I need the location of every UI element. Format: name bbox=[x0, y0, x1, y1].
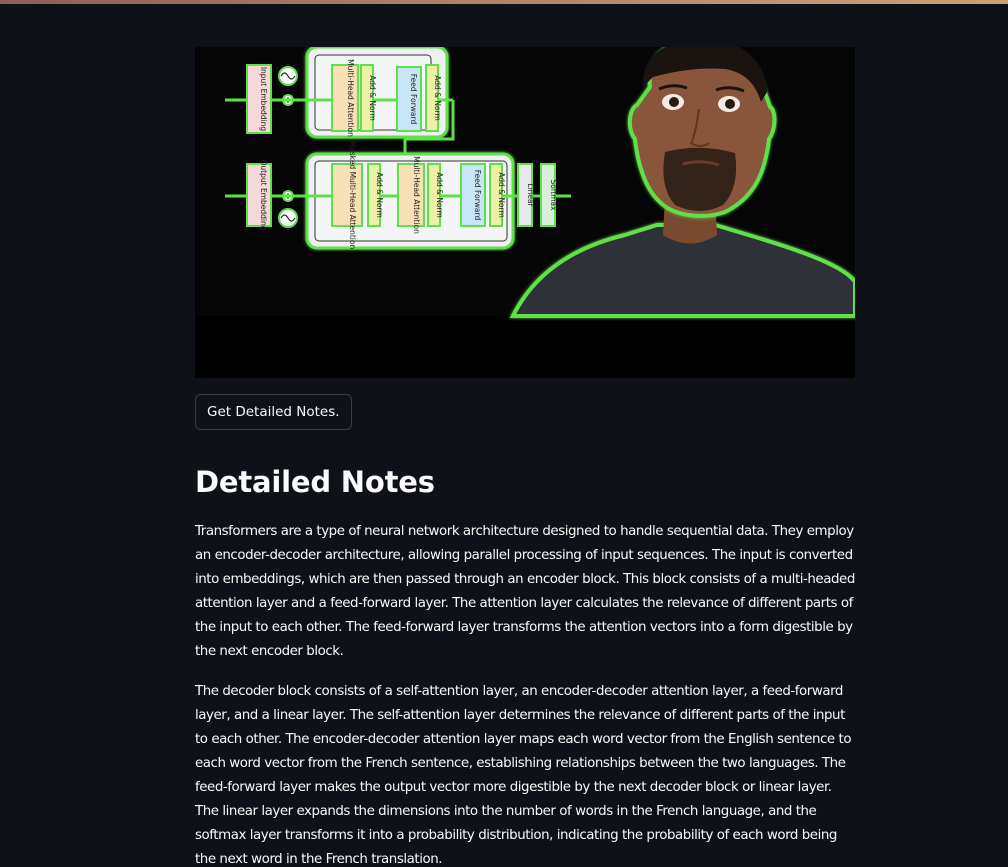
svg-text:Feed Forward: Feed Forward bbox=[409, 74, 418, 125]
svg-text:Add & Norm: Add & Norm bbox=[435, 172, 444, 218]
svg-text:Masked Multi-Head Attention: Masked Multi-Head Attention bbox=[348, 141, 357, 250]
notes-body: Transformers are a type of neural networ… bbox=[195, 520, 855, 867]
svg-text:Multi-Head Attention: Multi-Head Attention bbox=[346, 59, 355, 137]
svg-text:Add & Norm: Add & Norm bbox=[433, 75, 442, 121]
video-thumbnail[interactable]: Input Embedding Multi-Head Attention Add… bbox=[195, 47, 855, 378]
transformer-thumbnail-image: Input Embedding Multi-Head Attention Add… bbox=[195, 47, 855, 378]
svg-text:Softmax: Softmax bbox=[549, 179, 558, 211]
svg-text:Linear: Linear bbox=[526, 183, 535, 207]
notes-paragraph-1: Transformers are a type of neural networ… bbox=[195, 524, 855, 659]
svg-text:Output Embedding: Output Embedding bbox=[259, 160, 268, 231]
window-top-bar bbox=[0, 0, 1008, 4]
svg-text:Input Embedding: Input Embedding bbox=[259, 67, 268, 132]
get-detailed-notes-button[interactable]: Get Detailed Notes. bbox=[195, 394, 352, 430]
svg-text:Add & Norm: Add & Norm bbox=[368, 75, 377, 121]
svg-text:Add & Norm: Add & Norm bbox=[497, 172, 506, 218]
main-content: Input Embedding Multi-Head Attention Add… bbox=[195, 47, 855, 867]
svg-text:Add & Norm: Add & Norm bbox=[375, 172, 384, 218]
svg-text:Feed Forward: Feed Forward bbox=[473, 170, 482, 221]
notes-heading: Detailed Notes bbox=[195, 465, 435, 499]
notes-paragraph-2: The decoder block consists of a self-att… bbox=[195, 684, 852, 867]
svg-text:Multi-Head Attention: Multi-Head Attention bbox=[412, 156, 421, 234]
